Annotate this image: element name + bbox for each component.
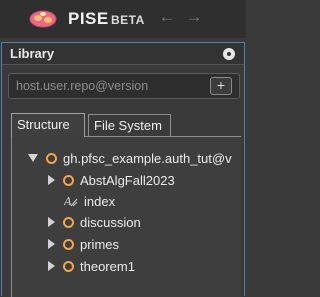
module-circle-icon <box>63 260 74 272</box>
collapsed-caret-icon[interactable] <box>48 217 55 227</box>
tree-item-label: theorem1 <box>80 258 135 274</box>
collapsed-caret-icon[interactable] <box>48 261 55 271</box>
back-arrow-icon[interactable]: ← <box>158 7 176 27</box>
library-panel: Library + Structure File System gh.pfsc_… <box>1 42 245 297</box>
app-header: PISE BETA ← → <box>0 0 246 38</box>
app-title: PISE <box>68 9 109 28</box>
tab-file-system[interactable]: File System <box>88 114 171 136</box>
library-tabs: Structure File System gh.pfsc_example.au… <box>8 111 241 297</box>
tree-item-abstalgfall2023[interactable]: AbstAlgFall2023 <box>48 170 175 190</box>
tree-item-label: index <box>84 193 116 209</box>
panel-menu-icon[interactable] <box>223 48 235 60</box>
tree-item-primes[interactable]: primes <box>48 234 119 254</box>
forward-arrow-icon[interactable]: → <box>185 7 203 27</box>
collapsed-caret-icon[interactable] <box>48 175 55 185</box>
library-header: Library <box>2 43 244 65</box>
module-circle-icon <box>46 152 57 164</box>
module-circle-icon <box>63 216 74 228</box>
collapsed-caret-icon[interactable] <box>48 239 55 249</box>
tree-item-label: discussion <box>80 214 141 230</box>
tree-item-theorem1[interactable]: theorem1 <box>48 256 135 276</box>
tree-item-discussion[interactable]: discussion <box>48 212 141 232</box>
annotation-icon: A <box>63 194 78 208</box>
tab-structure[interactable]: Structure <box>11 113 85 137</box>
module-circle-icon <box>63 238 74 250</box>
add-repo-button[interactable]: + <box>210 77 232 95</box>
svg-text:A: A <box>64 195 72 208</box>
tree-item-label: primes <box>80 236 120 252</box>
expanded-caret-icon[interactable] <box>28 154 38 162</box>
repo-search-input[interactable] <box>12 77 202 95</box>
library-title: Library <box>10 46 55 61</box>
repo-input-row: + <box>8 73 240 99</box>
tree-root-label: gh.pfsc_example.auth_tut@v <box>63 150 232 166</box>
structure-tree: gh.pfsc_example.auth_tut@v AbstAlgFall20… <box>11 136 241 297</box>
module-circle-icon <box>63 174 74 186</box>
pise-logo-icon <box>28 8 58 30</box>
beta-badge: BETA <box>111 13 145 27</box>
tree-item-index[interactable]: A index <box>63 191 116 211</box>
tree-item-label: AbstAlgFall2023 <box>80 172 175 188</box>
tree-root[interactable]: gh.pfsc_example.auth_tut@v <box>28 148 232 168</box>
